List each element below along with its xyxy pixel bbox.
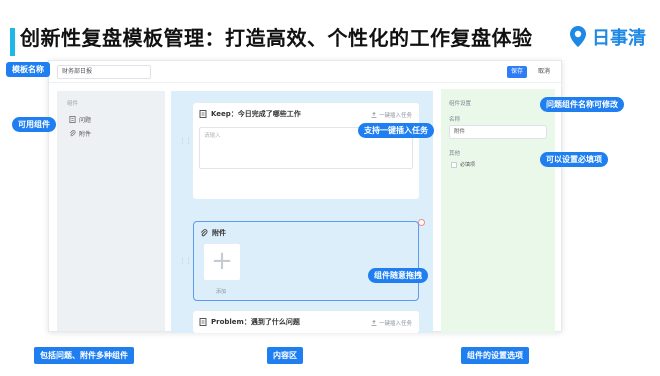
template-editor-window: 财务部日报 保存 取消 组件 问题 附件 Keep：今日完成了哪些工作 一键插入…: [48, 60, 562, 333]
editor-toolbar: 财务部日报 保存 取消: [49, 61, 561, 83]
caption-components: 包括问题、附件多种组件: [34, 347, 134, 364]
component-card-attachment[interactable]: 附件 + 添加: [193, 219, 425, 301]
insert-task-label: 一键插入任务: [379, 321, 413, 327]
insert-task-button[interactable]: 一键插入任务: [371, 111, 412, 119]
callout-drag-component: 组件随意拖拽: [368, 268, 428, 283]
upload-icon: [371, 320, 377, 326]
paperclip-icon: [200, 229, 208, 237]
document-icon: [199, 318, 207, 326]
brand-logo: 日事清: [568, 24, 646, 50]
delete-component-icon[interactable]: [418, 219, 425, 226]
insert-task-label: 一键插入任务: [379, 113, 413, 119]
card-title-text: Problem：遇到了什么问题: [211, 318, 300, 326]
checkbox-icon: [451, 161, 457, 168]
component-item-problem[interactable]: 问题: [69, 115, 91, 124]
components-header: 组件: [67, 101, 79, 107]
other-label: 其他: [449, 151, 461, 157]
document-icon: [69, 116, 76, 123]
drag-handle-icon[interactable]: ⋮⋮: [179, 137, 192, 145]
callout-available-components: 可用组件: [12, 117, 56, 132]
document-icon: [199, 110, 207, 118]
component-item-label: 问题: [79, 117, 92, 124]
template-name-input[interactable]: 财务部日报: [57, 65, 151, 79]
attachment-add-label: 添加: [216, 289, 227, 295]
title-accent-bar: [10, 28, 15, 56]
paperclip-icon: [69, 130, 76, 137]
card-title-text: 附件: [212, 229, 226, 237]
component-item-label: 附件: [79, 131, 92, 138]
required-checkbox[interactable]: 必填项: [451, 161, 475, 168]
card-title: 附件: [200, 228, 226, 238]
callout-insert-task: 支持一键插入任务: [358, 123, 434, 138]
attachment-upload-box[interactable]: +: [204, 244, 240, 280]
components-panel: 组件 问题 附件: [57, 91, 165, 331]
component-card-keep[interactable]: Keep：今日完成了哪些工作 一键插入任务 请输入: [193, 103, 419, 199]
caption-settings: 组件的设置选项: [461, 347, 529, 364]
callout-rename-component: 问题组件名称可修改: [540, 97, 624, 112]
component-card-problem[interactable]: Problem：遇到了什么问题 一键插入任务: [193, 311, 419, 333]
save-button[interactable]: 保存: [507, 66, 527, 78]
card-title: Problem：遇到了什么问题: [199, 317, 300, 327]
required-label: 必填项: [460, 162, 476, 168]
name-label: 名称: [449, 117, 461, 123]
location-pin-icon: [570, 26, 586, 47]
callout-template-name: 模板名称: [6, 62, 50, 77]
component-name-input[interactable]: 附件: [449, 125, 547, 139]
insert-task-button[interactable]: 一键插入任务: [371, 319, 412, 327]
plus-icon: +: [211, 246, 233, 276]
component-item-attachment[interactable]: 附件: [69, 129, 91, 138]
cancel-button[interactable]: 取消: [533, 66, 555, 78]
brand-name: 日事清: [592, 28, 646, 49]
drag-handle-icon[interactable]: ⋮⋮: [179, 257, 192, 265]
caption-content-area: 内容区: [267, 347, 303, 364]
card-title: Keep：今日完成了哪些工作: [199, 109, 301, 119]
page-title: 创新性复盘模板管理：打造高效、个性化的工作复盘体验: [20, 26, 533, 50]
card-title-text: Keep：今日完成了哪些工作: [211, 110, 301, 118]
component-settings-panel: 组件设置 名称 附件 其他 必填项: [441, 89, 555, 333]
settings-header: 组件设置: [449, 101, 472, 107]
upload-icon: [371, 112, 377, 118]
callout-set-required: 可以设置必填项: [540, 152, 608, 167]
